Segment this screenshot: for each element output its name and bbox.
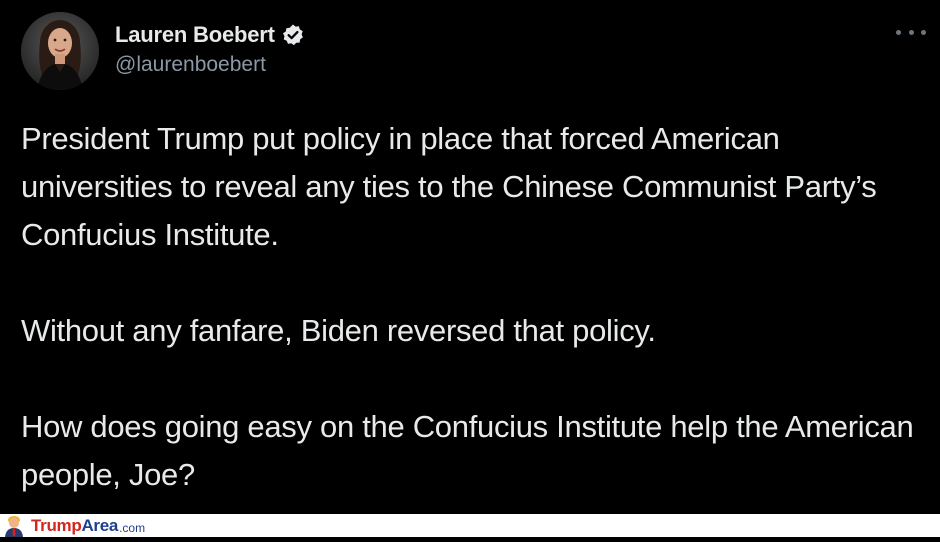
author-name-row[interactable]: Lauren Boebert [115, 22, 305, 48]
tweet-text: President Trump put policy in place that… [21, 115, 926, 499]
watermark-trump: Trump [31, 515, 82, 535]
author-avatar[interactable] [21, 12, 99, 90]
watermark-bar: Trump Area .com [0, 514, 940, 537]
tweet-paragraph: How does going easy on the Confucius Ins… [21, 409, 914, 492]
watermark-area: Area [81, 515, 119, 535]
watermark-com: .com [119, 520, 146, 535]
author-handle[interactable]: @laurenboebert [115, 53, 266, 77]
ellipsis-icon[interactable] [896, 22, 926, 42]
tweet-card: Lauren Boebert @laurenboebert President … [0, 0, 940, 514]
tweet-paragraph: Without any fanfare, Biden reversed that… [21, 313, 656, 348]
dot-icon [921, 29, 926, 35]
verified-badge-icon [281, 23, 305, 47]
profile-photo-icon [21, 12, 99, 90]
tweet-paragraph: President Trump put policy in place that… [21, 121, 877, 252]
trumparea-watermark: Trump Area .com [2, 514, 145, 537]
cartoon-figure-icon [2, 514, 26, 537]
dot-icon [896, 29, 901, 35]
author-display-name[interactable]: Lauren Boebert [115, 22, 275, 48]
dot-icon [908, 29, 914, 35]
